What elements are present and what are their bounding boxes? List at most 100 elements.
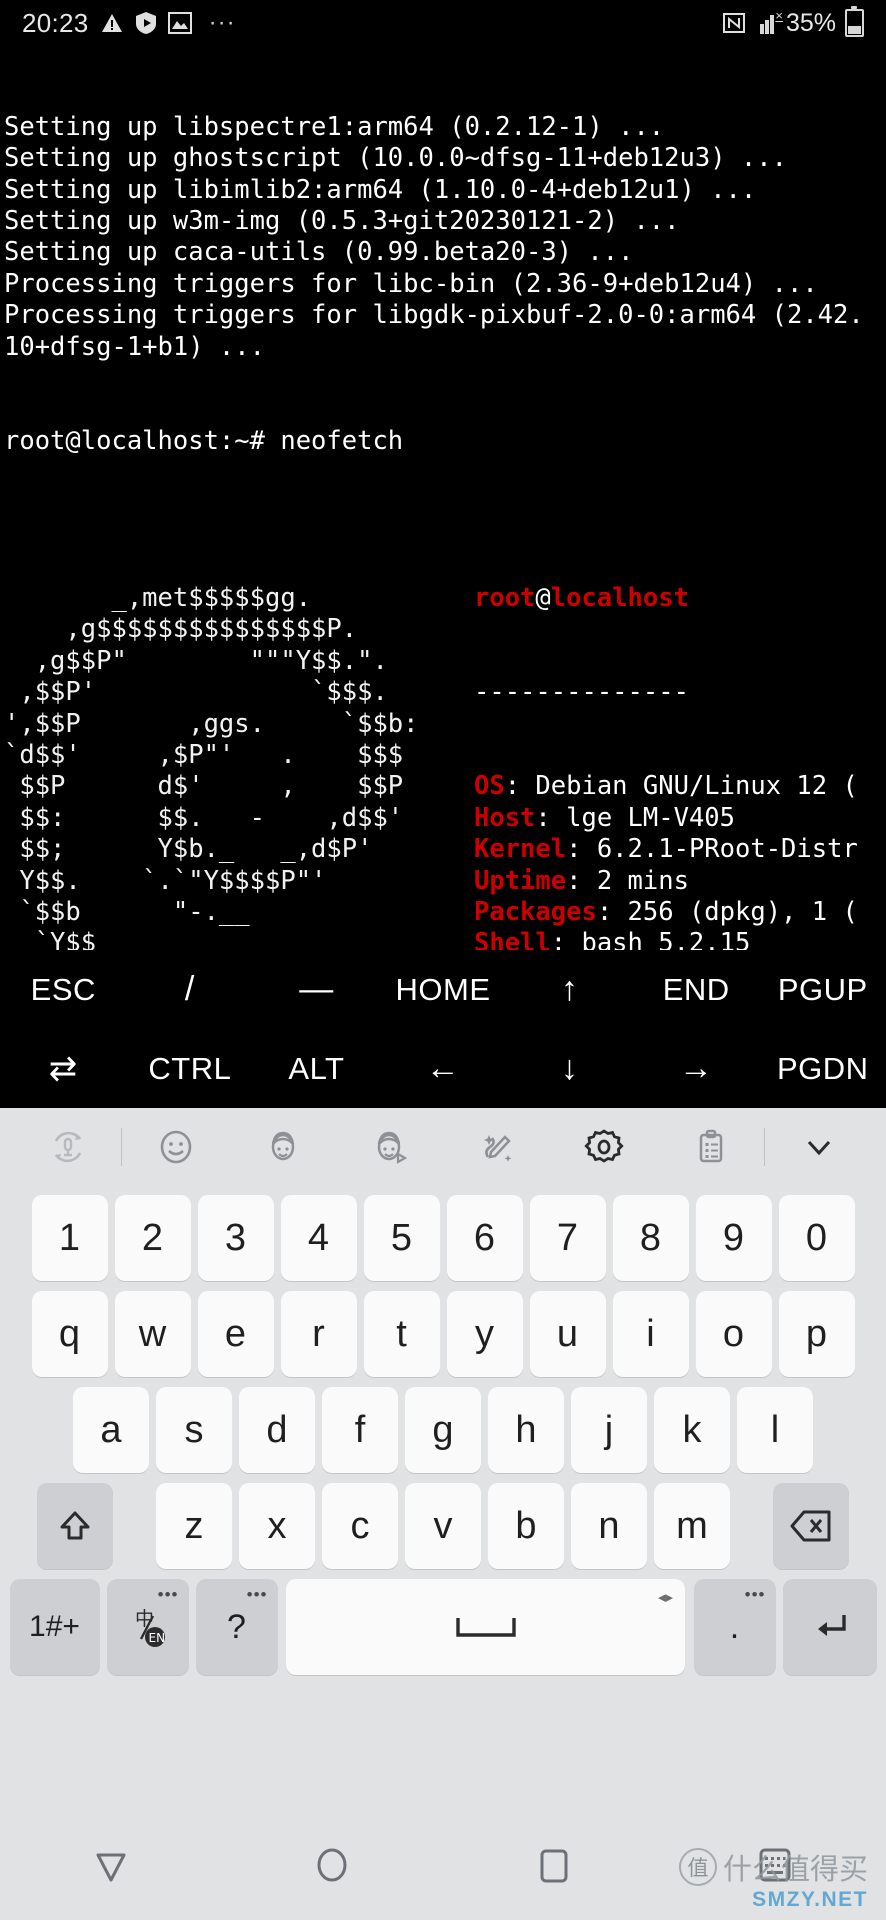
key-c[interactable]: c	[322, 1483, 398, 1569]
key-b[interactable]: b	[488, 1483, 564, 1569]
key-5[interactable]: 5	[363, 1195, 440, 1281]
extra-key-[interactable]: ⇄	[0, 1049, 127, 1089]
handwriting-sparkle-icon[interactable]	[443, 1125, 550, 1169]
key-p[interactable]: p	[778, 1291, 855, 1377]
soft-keyboard[interactable]: 1234567890 qwertyuiop asdfghjkl zxcvbnm …	[0, 1108, 886, 1810]
key-q[interactable]: q	[31, 1291, 108, 1377]
typed-command: neofetch	[280, 425, 404, 456]
extra-key-esc[interactable]: ESC	[0, 972, 127, 1008]
nfc-icon	[722, 11, 746, 35]
key-z[interactable]: z	[156, 1483, 232, 1569]
neofetch-field: Shell: bash 5.2.15	[474, 928, 858, 950]
keyboard-row-top: qwertyuiop	[0, 1286, 886, 1382]
overflow-dots-icon: ···	[208, 9, 236, 36]
symbols-key[interactable]: 1#+	[9, 1579, 100, 1675]
language-switch-key[interactable]: ••• 中 EN	[106, 1579, 189, 1675]
key-1[interactable]: 1	[31, 1195, 108, 1281]
home-button[interactable]	[222, 1842, 444, 1888]
key-r[interactable]: r	[280, 1291, 357, 1377]
emoji-smiley-icon[interactable]	[122, 1125, 229, 1169]
watermark-url: SMZY.NET	[752, 1888, 868, 1911]
gear-icon[interactable]	[550, 1124, 657, 1170]
terminal-output[interactable]: Setting up libspectre1:arm64 (0.2.12-1) …	[0, 46, 886, 950]
key-4[interactable]: 4	[280, 1195, 357, 1281]
period-key[interactable]: ••• .	[693, 1579, 776, 1675]
clipboard-icon[interactable]	[657, 1125, 764, 1169]
keyboard-row-numbers: 1234567890	[0, 1190, 886, 1286]
extra-key-pgdn[interactable]: PGDN	[759, 1051, 886, 1087]
key-3[interactable]: 3	[197, 1195, 274, 1281]
status-bar-right: × 35%	[722, 6, 864, 38]
chevron-down-icon[interactable]	[765, 1127, 872, 1167]
neofetch-field: OS: Debian GNU/Linux 12 (	[474, 771, 858, 802]
key-0[interactable]: 0	[778, 1195, 855, 1281]
key-g[interactable]: g	[405, 1387, 481, 1473]
backspace-key[interactable]	[773, 1483, 849, 1569]
space-key[interactable]: ◂▸	[286, 1579, 685, 1675]
voice-refresh-icon[interactable]	[14, 1125, 121, 1169]
key-w[interactable]: w	[114, 1291, 191, 1377]
key-a[interactable]: a	[73, 1387, 149, 1473]
avatar-play-icon[interactable]	[336, 1125, 443, 1169]
key-9[interactable]: 9	[695, 1195, 772, 1281]
key-h[interactable]: h	[488, 1387, 564, 1473]
extra-key-[interactable]: →	[633, 1049, 760, 1088]
key-8[interactable]: 8	[612, 1195, 689, 1281]
key-i[interactable]: i	[612, 1291, 689, 1377]
neofetch-field-value: : 2 mins	[566, 865, 689, 896]
key-d[interactable]: d	[239, 1387, 315, 1473]
battery-icon	[845, 6, 864, 37]
key-y[interactable]: y	[446, 1291, 523, 1377]
key-v[interactable]: v	[405, 1483, 481, 1569]
shield-play-icon	[135, 11, 157, 35]
hide-keyboard-button[interactable]	[665, 1842, 886, 1888]
log-line: Processing triggers for libgdk-pixbuf-2.…	[4, 300, 864, 331]
extra-key-[interactable]: ↑	[506, 970, 633, 1009]
key-n[interactable]: n	[571, 1483, 647, 1569]
row-spacer	[117, 1478, 153, 1574]
extra-key-pgup[interactable]: PGUP	[759, 972, 886, 1008]
cn-en-toggle-icon: 中 EN	[135, 1608, 165, 1647]
recents-button[interactable]	[443, 1842, 665, 1888]
extra-key-[interactable]: ↓	[506, 1049, 633, 1088]
key-t[interactable]: t	[363, 1291, 440, 1377]
image-icon	[167, 12, 192, 34]
key-x[interactable]: x	[239, 1483, 315, 1569]
key-j[interactable]: j	[571, 1387, 647, 1473]
neofetch-field: Packages: 256 (dpkg), 1 (	[474, 897, 858, 928]
command-line: root@localhost:~# neofetch	[4, 426, 886, 457]
key-2[interactable]: 2	[114, 1195, 191, 1281]
key-7[interactable]: 7	[529, 1195, 606, 1281]
neofetch-field-value: : lge LM-V405	[535, 802, 736, 833]
neofetch-field-key: Shell	[474, 928, 551, 950]
extra-key-end[interactable]: END	[633, 972, 760, 1008]
shift-key[interactable]	[37, 1483, 113, 1569]
key-o[interactable]: o	[695, 1291, 772, 1377]
key-u[interactable]: u	[529, 1291, 606, 1377]
key-l[interactable]: l	[737, 1387, 813, 1473]
extra-keys-row-1: ESC / — HOME ↑ END PGUP	[0, 950, 886, 1029]
extra-key-[interactable]: /	[127, 970, 254, 1009]
extra-key-ctrl[interactable]: CTRL	[127, 1051, 254, 1087]
period-label: .	[729, 1607, 740, 1646]
key-6[interactable]: 6	[446, 1195, 523, 1281]
terminal-extra-keys[interactable]: ESC / — HOME ↑ END PGUP ⇄ CTRL ALT ← ↓ → PGDN	[0, 950, 886, 1108]
key-e[interactable]: e	[197, 1291, 274, 1377]
key-k[interactable]: k	[654, 1387, 730, 1473]
extra-key-home[interactable]: HOME	[380, 972, 507, 1008]
key-f[interactable]: f	[322, 1387, 398, 1473]
log-line: Setting up caca-utils (0.99.beta20-3) ..…	[4, 237, 634, 268]
key-s[interactable]: s	[156, 1387, 232, 1473]
sticker-face-icon[interactable]	[229, 1125, 336, 1169]
enter-key[interactable]	[782, 1579, 877, 1675]
extra-key-alt[interactable]: ALT	[253, 1051, 380, 1087]
extra-key-[interactable]: —	[253, 970, 380, 1009]
log-line: Setting up libimlib2:arm64 (1.10.0-4+deb…	[4, 174, 757, 205]
key-m[interactable]: m	[654, 1483, 730, 1569]
neofetch-field: Host: lge LM-V405	[474, 803, 858, 834]
system-navigation-bar[interactable]: 值 什么值得买 SMZY.NET	[0, 1810, 886, 1920]
punctuation-key[interactable]: ••• ?	[195, 1579, 278, 1675]
back-button[interactable]	[0, 1842, 222, 1888]
cellular-signal-icon: ×	[755, 8, 783, 34]
extra-key-[interactable]: ←	[380, 1049, 507, 1088]
